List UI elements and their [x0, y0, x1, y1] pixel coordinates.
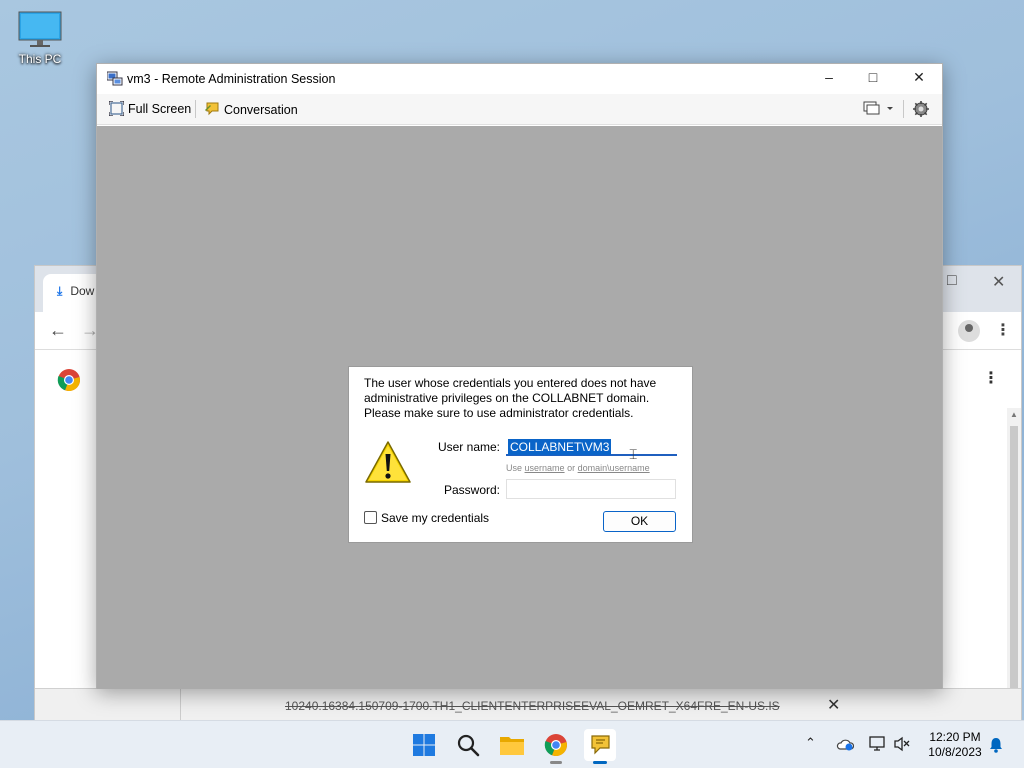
remote-admin-window: vm3 - Remote Administration Session – □ … — [96, 63, 943, 689]
clock-time: 12:20 PM — [929, 730, 981, 744]
windows-logo-icon — [413, 734, 435, 756]
conversation-icon — [205, 102, 219, 116]
window-title: vm3 - Remote Administration Session — [127, 72, 336, 86]
hint-username-link[interactable]: username — [525, 463, 565, 473]
download-icon: ⤓ — [57, 284, 63, 298]
username-selected-text: COLLABNET\VM3 — [508, 439, 612, 455]
clock-date: 10/8/2023 — [928, 745, 982, 759]
system-clock[interactable]: 12:20 PM 10/8/2023 — [920, 730, 990, 760]
remote-session-viewport[interactable]: The user whose credentials you entered d… — [97, 126, 942, 689]
conversation-button[interactable]: Conversation — [204, 101, 298, 117]
chrome-tab-label: Dow — [70, 284, 95, 298]
username-label: User name: — [437, 440, 500, 454]
maximize-icon[interactable]: □ — [858, 69, 888, 89]
active-indicator — [593, 761, 607, 764]
download-filename[interactable]: 10240.16384.150709-1700.TH1_CLIENTENTERP… — [285, 699, 780, 713]
maximize-icon[interactable]: □ — [947, 272, 957, 290]
scrollbar-thumb[interactable] — [1010, 426, 1018, 706]
toolbar-divider — [903, 100, 904, 118]
folder-icon — [500, 737, 524, 755]
gear-icon — [913, 101, 929, 117]
onedrive-icon[interactable] — [836, 737, 854, 751]
search-icon — [457, 734, 480, 757]
back-arrow-icon[interactable]: ← — [49, 320, 67, 341]
downloads-menu-icon[interactable]: ⋮ — [983, 368, 999, 388]
chrome-download-bar: 10240.16384.150709-1700.TH1_CLIENTENTERP… — [35, 688, 1021, 722]
save-credentials-label: Save my credentials — [381, 511, 490, 525]
remote-admin-toolbar: Full Screen Conversation — [97, 94, 942, 125]
desktop-icon-label: This PC — [18, 52, 62, 66]
full-screen-button[interactable]: Full Screen — [108, 100, 192, 117]
download-bar-divider — [180, 689, 181, 722]
remote-admin-taskbar-button[interactable] — [584, 729, 616, 764]
scroll-up-icon[interactable]: ▲ — [1010, 410, 1018, 419]
network-icon[interactable] — [868, 736, 886, 752]
chrome-logo-icon — [57, 369, 80, 392]
password-field[interactable] — [506, 479, 676, 499]
taskbar: ⌃ 12:20 PM 10/8/2023 — [0, 720, 1024, 768]
conversation-icon — [591, 735, 610, 755]
chrome-icon — [544, 734, 567, 757]
volume-muted-icon[interactable] — [893, 736, 911, 752]
display-options-button[interactable] — [863, 101, 899, 115]
chrome-taskbar-button[interactable] — [540, 729, 572, 764]
ok-button[interactable]: OK — [603, 511, 676, 532]
dialog-message: The user whose credentials you entered d… — [364, 376, 657, 420]
chrome-scrollbar[interactable]: ▲ — [1007, 408, 1021, 708]
close-icon[interactable]: ✕ — [904, 69, 934, 89]
settings-button[interactable] — [913, 101, 933, 117]
chrome-menu-icon[interactable]: ⋮ — [995, 320, 1011, 340]
remote-admin-app-icon — [107, 71, 123, 86]
warning-icon — [365, 441, 411, 483]
full-screen-icon — [108, 100, 125, 117]
full-screen-label: Full Screen — [128, 102, 192, 116]
desktop-icon-this-pc[interactable]: This PC — [10, 10, 70, 66]
start-button[interactable] — [408, 729, 440, 761]
password-label: Password: — [443, 483, 500, 497]
close-icon[interactable]: ✕ — [992, 272, 1005, 292]
conversation-label: Conversation — [224, 103, 298, 117]
save-credentials-checkbox[interactable]: Save my credentials — [364, 511, 489, 525]
chevron-up-icon[interactable]: ⌃ — [805, 735, 816, 751]
toolbar-divider — [195, 100, 196, 118]
credentials-dialog: The user whose credentials you entered d… — [348, 366, 693, 543]
text-cursor-icon: ⌶ — [629, 447, 638, 463]
username-hint: Use username or domain\username — [506, 463, 650, 473]
download-bar-close-icon[interactable]: ✕ — [827, 695, 840, 715]
profile-avatar-icon[interactable] — [958, 320, 980, 342]
checkbox-box[interactable] — [364, 511, 377, 524]
minimize-icon[interactable]: – — [814, 69, 844, 89]
monitor-dropdown-icon — [863, 101, 893, 115]
remote-admin-titlebar[interactable]: vm3 - Remote Administration Session – □ … — [97, 64, 942, 94]
monitor-icon — [18, 11, 62, 47]
file-explorer-button[interactable] — [496, 729, 528, 761]
notification-bell-icon[interactable] — [989, 737, 1003, 753]
search-button[interactable] — [452, 729, 484, 761]
hint-domain-username-link[interactable]: domain\username — [578, 463, 650, 473]
running-indicator — [550, 761, 562, 764]
